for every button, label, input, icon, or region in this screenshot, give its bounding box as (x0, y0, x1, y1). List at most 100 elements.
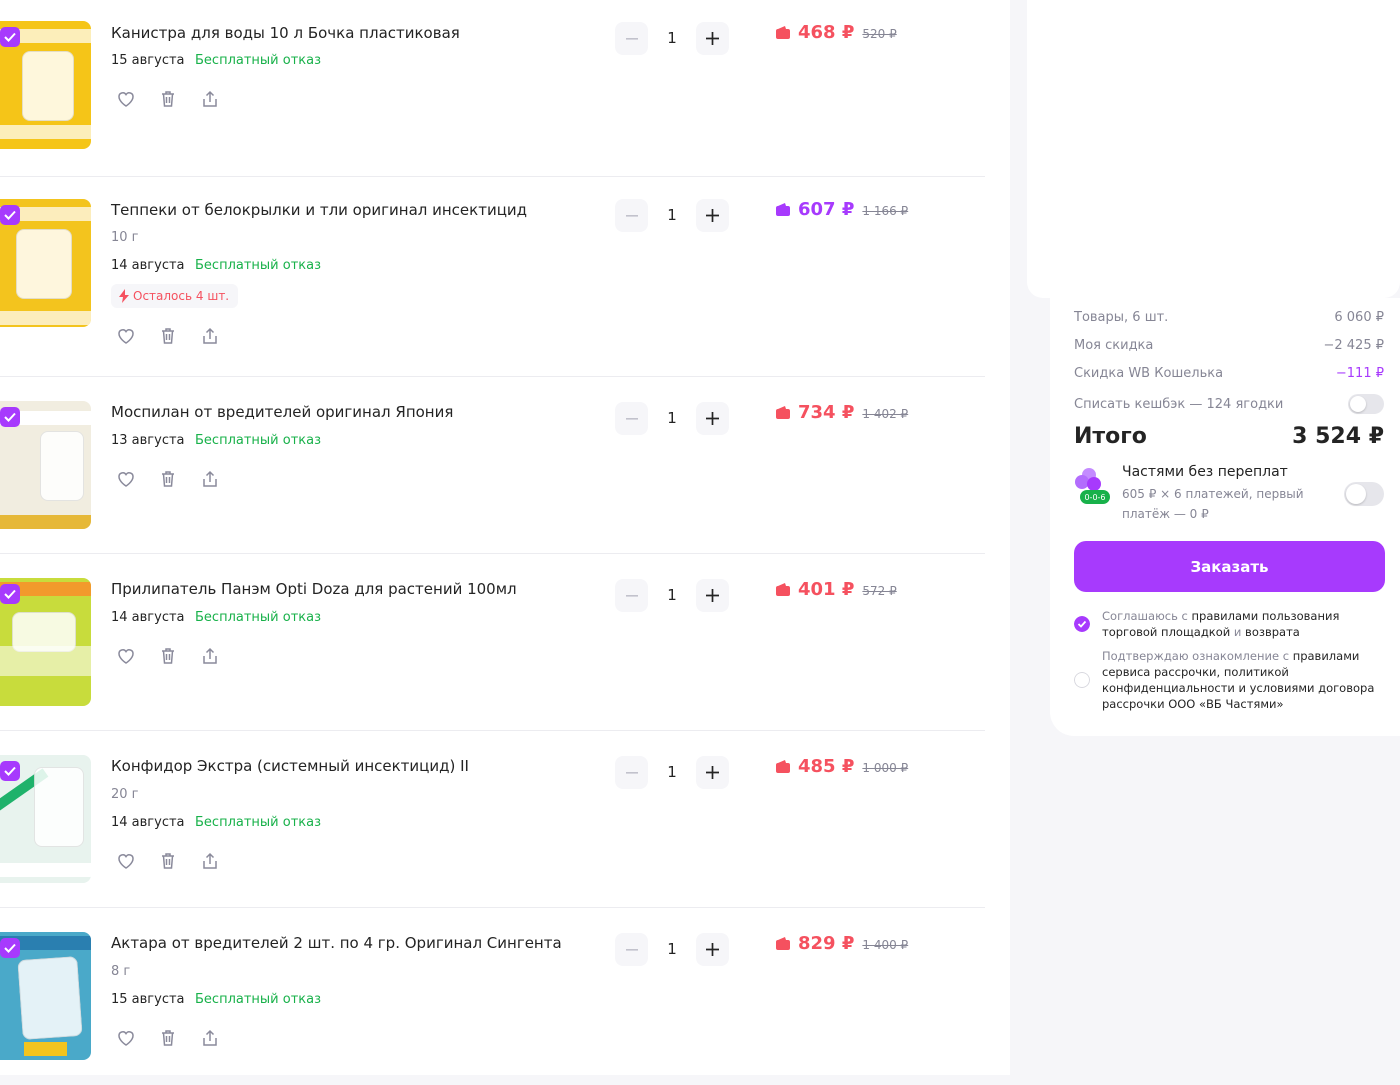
quantity-value[interactable]: 1 (656, 29, 688, 47)
select-checkbox[interactable] (0, 205, 20, 225)
quantity-value[interactable]: 1 (656, 586, 688, 604)
old-price: 1 400 ₽ (862, 938, 909, 952)
decrease-quantity-button[interactable] (615, 22, 648, 55)
order-button[interactable]: Заказать (1074, 541, 1385, 592)
share-icon[interactable] (200, 646, 220, 666)
product-image[interactable] (0, 21, 91, 149)
terms-return-link[interactable]: возврата (1245, 625, 1300, 639)
product-title[interactable]: Моспилан от вредителей оригинал Япония (111, 402, 453, 422)
total-value: 3 524 ₽ (1292, 424, 1384, 449)
product-image[interactable] (0, 578, 91, 706)
share-icon[interactable] (200, 851, 220, 871)
decrease-quantity-button[interactable] (615, 933, 648, 966)
installment-agreement: Подтверждаю ознакомление с правилами сер… (1074, 648, 1385, 714)
wallet-discount-row: Скидка WB Кошелька −111 ₽ (1074, 366, 1384, 381)
select-checkbox[interactable] (0, 407, 20, 427)
product-title[interactable]: Канистра для воды 10 л Бочка пластиковая (111, 23, 460, 43)
installments-subtitle: 605 ₽ × 6 платежей, первый платёж — 0 ₽ (1122, 487, 1304, 521)
discount-row: Моя скидка −2 425 ₽ (1074, 338, 1384, 353)
goods-row: Товары, 6 шт. 6 060 ₽ (1074, 310, 1384, 325)
terms-checkbox[interactable] (1074, 616, 1090, 632)
item-actions (116, 1028, 220, 1048)
decrease-quantity-button[interactable] (615, 579, 648, 612)
check-icon (4, 943, 16, 953)
check-icon (4, 210, 16, 220)
price-block: 485 ₽ 1 000 ₽ (776, 756, 908, 777)
share-icon[interactable] (200, 469, 220, 489)
old-price: 520 ₽ (862, 27, 897, 41)
minus-icon (625, 417, 638, 420)
plus-icon (706, 412, 719, 425)
favorite-heart-icon[interactable] (116, 646, 136, 666)
old-price: 1 402 ₽ (862, 407, 909, 421)
select-checkbox[interactable] (0, 761, 20, 781)
decrease-quantity-button[interactable] (615, 756, 648, 789)
favorite-heart-icon[interactable] (116, 326, 136, 346)
increase-quantity-button[interactable] (696, 402, 729, 435)
quantity-value[interactable]: 1 (656, 763, 688, 781)
terms-agreement: Соглашаюсь с правилами пользования торго… (1074, 608, 1385, 642)
favorite-heart-icon[interactable] (116, 469, 136, 489)
favorite-heart-icon[interactable] (116, 1028, 136, 1048)
product-title[interactable]: Прилипатель Панэм Opti Doza для растений… (111, 579, 517, 599)
quantity-value[interactable]: 1 (656, 940, 688, 958)
installments-block: 0-0-6 Частями без переплат 605 ₽ × 6 пла… (1074, 464, 1384, 524)
price-block: 401 ₽ 572 ₽ (776, 579, 897, 600)
current-price: 829 ₽ (798, 933, 855, 954)
product-title[interactable]: Актара от вредителей 2 шт. по 4 гр. Ориг… (111, 933, 562, 953)
product-weight: 20 г (111, 787, 139, 802)
increase-quantity-button[interactable] (696, 199, 729, 232)
product-title[interactable]: Теппеки от белокрылки и тли оригинал инс… (111, 200, 527, 220)
check-icon (4, 412, 16, 422)
delete-trash-icon[interactable] (158, 851, 178, 871)
plus-icon (706, 209, 719, 222)
favorite-heart-icon[interactable] (116, 851, 136, 871)
installment-checkbox[interactable] (1074, 672, 1090, 688)
increase-quantity-button[interactable] (696, 579, 729, 612)
quantity-value[interactable]: 1 (656, 206, 688, 224)
cashback-toggle[interactable] (1348, 394, 1384, 414)
share-icon[interactable] (200, 89, 220, 109)
product-image[interactable] (0, 401, 91, 529)
increase-quantity-button[interactable] (696, 22, 729, 55)
increase-quantity-button[interactable] (696, 933, 729, 966)
cashback-label: Списать кешбэк — 124 ягодки (1074, 396, 1284, 412)
price-block: 829 ₽ 1 400 ₽ (776, 933, 908, 954)
delete-trash-icon[interactable] (158, 646, 178, 666)
select-checkbox[interactable] (0, 584, 20, 604)
cart-item: Актара от вредителей 2 шт. по 4 гр. Ориг… (0, 908, 985, 1085)
installments-toggle[interactable] (1344, 482, 1384, 506)
goods-value: 6 060 ₽ (1334, 310, 1384, 325)
lightning-icon (119, 289, 129, 303)
low-stock-badge: Осталось 4 шт. (111, 284, 239, 308)
delete-trash-icon[interactable] (158, 326, 178, 346)
delivery-panel (1027, 0, 1400, 298)
select-checkbox[interactable] (0, 938, 20, 958)
product-title[interactable]: Конфидор Экстра (системный инсектицид) I… (111, 756, 469, 776)
product-image[interactable] (0, 755, 91, 883)
product-image[interactable] (0, 199, 91, 327)
total-label: Итого (1074, 424, 1147, 449)
cart-item: Моспилан от вредителей оригинал Япония 1… (0, 377, 985, 554)
delivery-date: 14 августа (111, 610, 185, 625)
minus-icon (625, 948, 638, 951)
increase-quantity-button[interactable] (696, 756, 729, 789)
select-checkbox[interactable] (0, 27, 20, 47)
order-summary: Товары, 6 шт. 6 060 ₽ Моя скидка −2 425 … (1050, 298, 1400, 736)
share-icon[interactable] (200, 326, 220, 346)
decrease-quantity-button[interactable] (615, 402, 648, 435)
quantity-value[interactable]: 1 (656, 409, 688, 427)
delete-trash-icon[interactable] (158, 89, 178, 109)
current-price: 401 ₽ (798, 579, 855, 600)
wallet-icon (776, 583, 790, 596)
decrease-quantity-button[interactable] (615, 199, 648, 232)
plus-icon (706, 766, 719, 779)
goods-label: Товары, 6 шт. (1074, 310, 1169, 325)
favorite-heart-icon[interactable] (116, 89, 136, 109)
delete-trash-icon[interactable] (158, 469, 178, 489)
product-image[interactable] (0, 932, 91, 1060)
installments-title: Частями без переплат (1122, 464, 1288, 480)
share-icon[interactable] (200, 1028, 220, 1048)
delete-trash-icon[interactable] (158, 1028, 178, 1048)
minus-icon (625, 771, 638, 774)
